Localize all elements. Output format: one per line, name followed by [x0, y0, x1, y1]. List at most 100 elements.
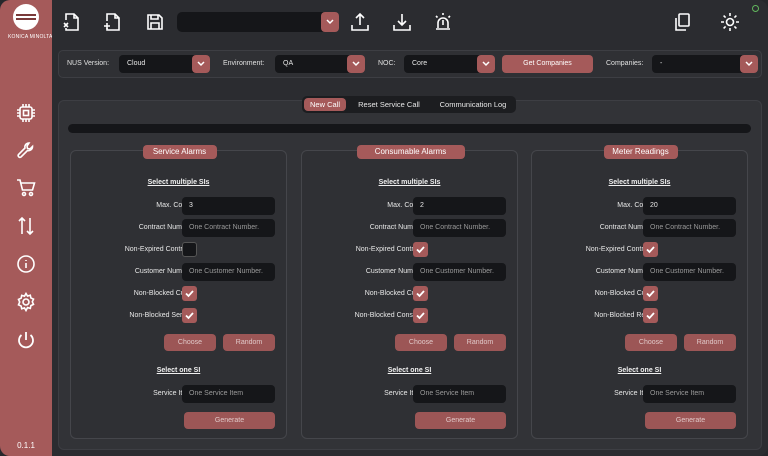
sidebar: KONICA MINOLTA 0.1.1 [0, 0, 52, 456]
upload-icon[interactable] [348, 10, 372, 34]
tab-new-call[interactable]: New Call [304, 98, 346, 111]
alarm-panel: Service Alarms Select multiple SIs Max. Co… [70, 145, 287, 439]
info-icon[interactable] [14, 252, 38, 276]
chevron-down-icon[interactable] [740, 55, 758, 73]
random-button[interactable]: Random [684, 334, 736, 351]
service-item-input[interactable]: One Service Item [182, 385, 275, 403]
generate-button[interactable]: Generate [184, 412, 275, 429]
chip-icon[interactable] [14, 101, 38, 125]
max-count-label: Max. Count: [387, 202, 425, 209]
customer-number-label: Customer Number: [134, 268, 194, 275]
alarm-panel: Consumable Alarms Select multiple SIs Max.… [301, 145, 518, 439]
tab-communication-log[interactable]: Communication Log [432, 98, 514, 111]
non-expired-label: Non-Expired Contract: [355, 246, 425, 253]
companies-label: Companies: [606, 60, 644, 67]
max-count-label: Max. Count: [156, 202, 194, 209]
file-combo[interactable] [177, 12, 339, 32]
multi-si-heading: Select multiple SIs [147, 179, 210, 186]
non-blocked-second-label: Non-Blocked Cons. A.: [354, 312, 425, 319]
non-blocked-cust-checkbox[interactable] [643, 286, 658, 301]
service-item-label: Service Item: [384, 390, 425, 397]
customer-number-label: Customer Number: [595, 268, 655, 275]
contract-number-input[interactable]: One Contract Number. [413, 219, 506, 237]
customer-number-input[interactable]: One Customer Number. [413, 263, 506, 281]
nus-version-label: NUS Version: [67, 60, 110, 67]
environment-value: QA [283, 60, 294, 67]
random-button[interactable]: Random [223, 334, 275, 351]
generate-button[interactable]: Generate [645, 412, 736, 429]
non-blocked-second-checkbox[interactable] [182, 308, 197, 323]
nus-version-select[interactable]: Cloud [119, 55, 210, 73]
service-item-input[interactable]: One Service Item [643, 385, 736, 403]
add-file-icon[interactable] [101, 10, 125, 34]
gear-icon[interactable] [14, 290, 38, 314]
cart-icon[interactable] [14, 176, 38, 200]
contract-number-label: Contract Number: [138, 224, 194, 231]
tab-reset-service-call[interactable]: Reset Service Call [350, 98, 428, 111]
chevron-down-icon[interactable] [192, 55, 210, 73]
non-expired-checkbox[interactable] [643, 242, 658, 257]
customer-number-input[interactable]: One Customer Number. [182, 263, 275, 281]
download-icon[interactable] [390, 10, 414, 34]
close-file-icon[interactable] [60, 10, 84, 34]
wrench-icon[interactable] [14, 139, 38, 163]
chevron-down-icon[interactable] [347, 55, 365, 73]
environment-select[interactable]: QA [275, 55, 365, 73]
progress-bar [68, 124, 751, 133]
non-blocked-second-checkbox[interactable] [643, 308, 658, 323]
nus-version-value: Cloud [127, 60, 146, 67]
alarm-icon[interactable] [431, 10, 455, 34]
generate-button[interactable]: Generate [415, 412, 506, 429]
logo-mark [13, 4, 39, 30]
power-icon[interactable] [14, 328, 38, 352]
single-si-heading: Select one SI [617, 367, 662, 374]
non-blocked-cust-label: Non-Blocked Cust.: [364, 290, 425, 297]
status-indicator [752, 5, 759, 12]
max-count-label: Max. Count: [617, 202, 655, 209]
random-button[interactable]: Random [454, 334, 506, 351]
companies-select[interactable]: - [652, 55, 758, 73]
tab-bar: New Call Reset Service Call Communicatio… [302, 96, 516, 113]
panel-title: Consumable Alarms [356, 145, 465, 159]
copy-icon[interactable] [670, 10, 694, 34]
max-count-input[interactable]: 3 [182, 197, 275, 215]
non-blocked-cust-checkbox[interactable] [182, 286, 197, 301]
non-blocked-second-label: Non-Blocked Read: [594, 312, 655, 319]
choose-button[interactable]: Choose [625, 334, 677, 351]
non-blocked-second-label: Non-Blocked Ser. A.: [129, 312, 194, 319]
noc-select[interactable]: Core [404, 55, 495, 73]
non-expired-checkbox[interactable] [413, 242, 428, 257]
save-icon[interactable] [143, 10, 167, 34]
chevron-down-icon[interactable] [321, 12, 339, 32]
brightness-icon[interactable] [718, 10, 742, 34]
noc-value: Core [412, 60, 428, 67]
customer-number-label: Customer Number: [365, 268, 425, 275]
non-expired-checkbox[interactable] [182, 242, 197, 257]
get-companies-button[interactable]: Get Companies [502, 55, 593, 73]
non-blocked-cust-label: Non-Blocked Cust.: [133, 290, 194, 297]
environment-label: Environment: [223, 60, 265, 67]
customer-number-input[interactable]: One Customer Number. [643, 263, 736, 281]
max-count-input[interactable]: 20 [643, 197, 736, 215]
contract-number-input[interactable]: One Contract Number. [643, 219, 736, 237]
contract-number-input[interactable]: One Contract Number. [182, 219, 275, 237]
non-expired-label: Non-Expired Contract: [124, 246, 194, 253]
service-item-input[interactable]: One Service Item [413, 385, 506, 403]
choose-button[interactable]: Choose [395, 334, 447, 351]
contract-number-label: Contract Number: [369, 224, 425, 231]
logo-text: KONICA MINOLTA [8, 34, 53, 40]
non-blocked-cust-checkbox[interactable] [413, 286, 428, 301]
non-blocked-cust-label: Non-Blocked Cust.: [594, 290, 655, 297]
app-window: KONICA MINOLTA 0.1.1 NUS Version: Cloud … [0, 0, 768, 456]
sort-icon[interactable] [14, 214, 38, 238]
choose-button[interactable]: Choose [164, 334, 216, 351]
max-count-input[interactable]: 2 [413, 197, 506, 215]
non-blocked-second-checkbox[interactable] [413, 308, 428, 323]
chevron-down-icon[interactable] [477, 55, 495, 73]
noc-label: NOC: [378, 60, 396, 67]
version-label: 0.1.1 [17, 441, 35, 450]
single-si-heading: Select one SI [387, 367, 432, 374]
konica-minolta-logo: KONICA MINOLTA [8, 4, 53, 62]
panel-title: Service Alarms [142, 145, 217, 159]
alarm-panel: Meter Readings Select multiple SIs Max. Co… [531, 145, 748, 439]
